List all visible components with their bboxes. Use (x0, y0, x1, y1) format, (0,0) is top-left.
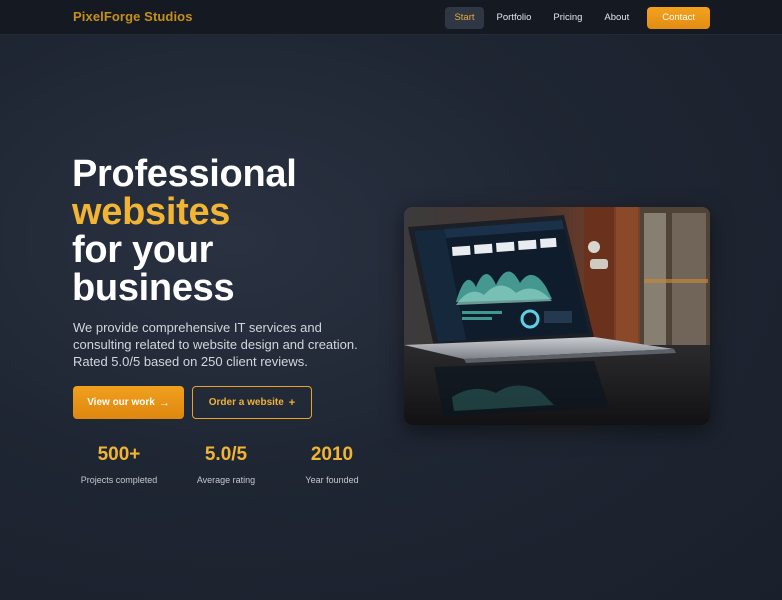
plus-icon: + (288, 396, 296, 409)
hero-title: Professional websites for your business (72, 153, 297, 309)
stat-value: 500+ (97, 444, 141, 465)
stat-label: Year founded (305, 475, 359, 485)
nav-item-about[interactable]: About (595, 7, 638, 29)
nav-item-portfolio[interactable]: Portfolio (488, 7, 541, 29)
contact-button[interactable]: Contact (647, 7, 710, 29)
main-nav: Start Portfolio Pricing About Contact (445, 7, 710, 29)
order-website-button[interactable]: Order a website + (192, 386, 312, 419)
nav-item-start[interactable]: Start (445, 7, 484, 29)
nav-item-pricing[interactable]: Pricing (544, 7, 591, 29)
view-our-work-label: View our work (87, 397, 155, 408)
stat-label: Average rating (196, 475, 256, 485)
stat-founded: 2010 Year founded (287, 444, 377, 485)
stat-projects: 500+ Projects completed (74, 444, 164, 485)
arrow-right-icon: → (158, 396, 170, 409)
stat-label: Projects completed (80, 475, 158, 485)
laptop-analytics-photo-icon (404, 207, 710, 425)
stat-value: 2010 (310, 444, 354, 465)
hero-title-accent: websites (72, 191, 231, 233)
order-website-label: Order a website (208, 397, 284, 408)
top-navigation-bar: PixelForge Studios Start Portfolio Prici… (0, 0, 782, 35)
stat-value: 5.0/5 (204, 444, 248, 465)
hero-subtitle: We provide comprehensive IT services and… (73, 320, 358, 369)
brand-logo[interactable]: PixelForge Studios (73, 9, 193, 24)
hero-title-line-4: business (72, 267, 235, 309)
hero-image (404, 207, 710, 425)
hero-title-line-3: for your (72, 229, 214, 271)
view-our-work-button[interactable]: View our work → (73, 386, 184, 419)
hero-title-line-1: Professional (72, 153, 297, 195)
stat-rating: 5.0/5 Average rating (181, 444, 271, 485)
